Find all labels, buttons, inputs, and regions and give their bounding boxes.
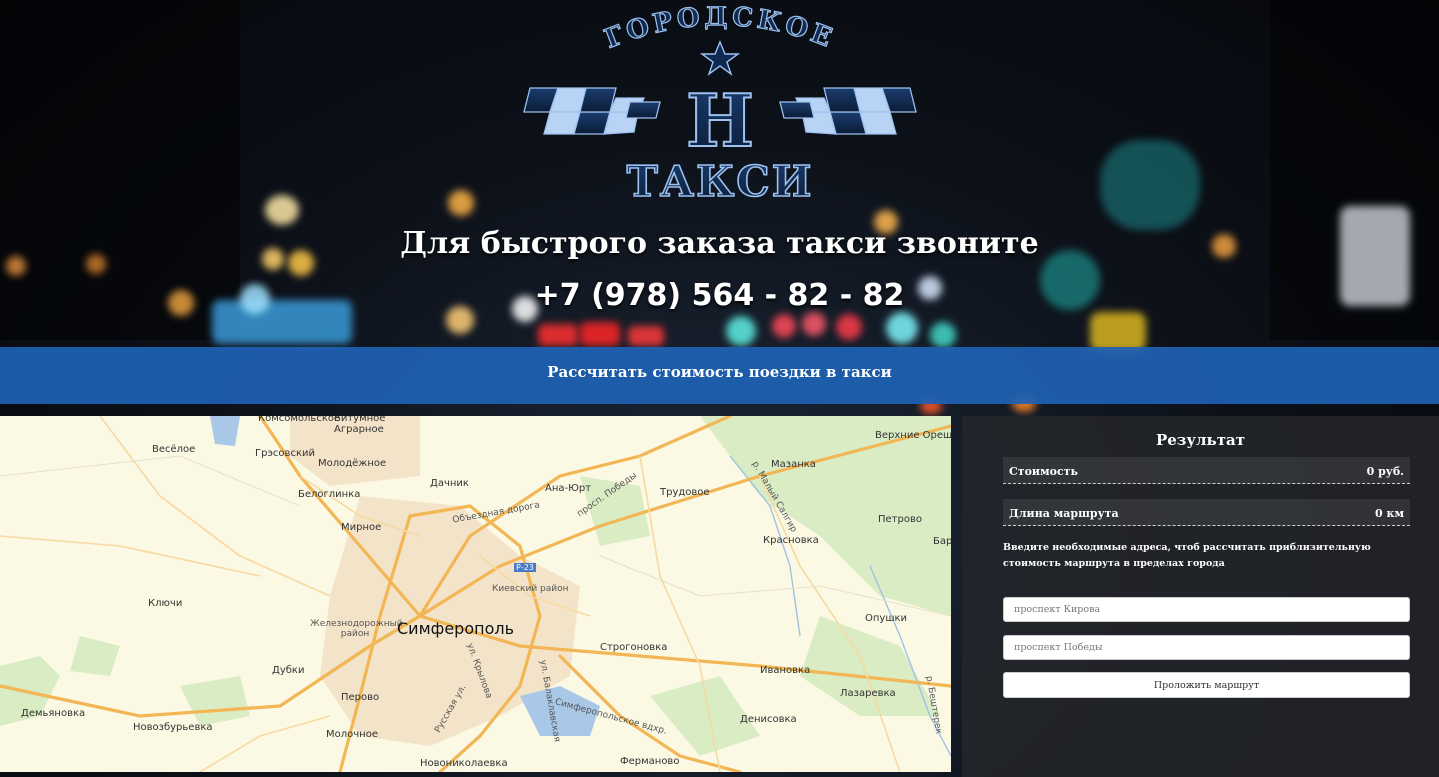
cost-row: Стоимость 0 руб. [1003,457,1410,484]
map-place-label: Верхние Орешники [875,430,951,441]
bokeh-light [265,195,299,225]
map-place-label: Фермановo [620,756,680,767]
map-place-label: Опушки [865,613,908,624]
map-place-label: Комсомольское [258,416,341,424]
map-district-label: Киевский район [492,584,569,594]
logo-monogram: Н [686,78,754,163]
map-place-label: Петрово [878,514,922,525]
map-place-label: Мазанка [771,459,816,470]
route-length-label: Длина маршрута [1009,507,1119,520]
map-place-label: Лазаревка [840,688,896,699]
map-place-label: Ана-Юрт [545,483,592,494]
map-place-label: Демьяновка [21,708,86,719]
bokeh-light [726,316,756,346]
logo-bottom-text: ТАКСИ [627,157,814,206]
page: ГОРОДСКОЕ Н ТАКСИ Для быстрого заказа та… [0,0,1439,777]
bokeh-light [772,314,796,338]
result-title: Результат [1155,431,1246,449]
map-place-label: Дачник [430,478,469,489]
hero-headline: Для быстрого заказа такси звоните [400,226,1039,261]
cost-value: 0 руб. [1366,465,1404,478]
map-place-label: Аграрное [334,424,384,435]
calculate-cost-bar: Рассчитать стоимость поездки в такси [0,347,1439,404]
map-place-label: Бар [933,536,951,547]
route-length-row: Длина маршрута 0 км [1003,499,1410,526]
bokeh-light [886,312,918,344]
from-address-input[interactable] [1003,597,1410,622]
map-place-label: Грэсовский [255,448,315,459]
checkered-wing-left [523,87,661,135]
result-panel: Результат Стоимость 0 руб. Длина маршрут… [962,416,1439,777]
route-map[interactable]: Комсомольское Битумное Аграрное Весёлое … [0,416,951,772]
map-place-label: Молодёжное [318,458,387,469]
map-place-label: Ивановка [760,665,811,676]
map-place-label: Красновка [763,535,819,546]
map-place-label: Молочное [326,729,378,740]
calculate-cost-label: Рассчитать стоимость поездки в такси [547,363,892,381]
star-icon [699,40,741,76]
phone-number-link[interactable]: +7 (978) 564 - 82 - 82 [0,278,1439,313]
cost-label: Стоимость [1009,465,1078,478]
checkered-wing-right [779,87,917,135]
map-place-label: Строгоновка [600,642,668,653]
map-place-label: Денисовка [740,714,797,725]
bokeh-light [1090,312,1146,352]
map-place-label: Ключи [148,598,183,609]
route-length-value: 0 км [1375,507,1404,520]
map-lake [210,416,240,446]
map-city-label: Симферополь [397,619,515,638]
bokeh-light [802,312,826,336]
map-place-label: Белоглинка [298,489,361,500]
instruction-note: Введите необходимые адреса, чтоб рассчит… [1003,542,1371,569]
bokeh-light [930,322,956,348]
map-place-label: Трудовое [660,487,710,498]
map-district-label: Железнодорожный район [310,619,403,639]
bokeh-light [580,322,620,346]
map-highway-badge: Р-23 [514,563,536,572]
build-route-button[interactable]: Проложить маршрут [1003,672,1410,698]
bokeh-light [448,190,474,216]
taxi-logo-emblem: ГОРОДСКОЕ Н ТАКСИ [523,1,917,207]
map-place-label: Дубки [272,665,305,676]
bokeh-light [628,326,664,346]
bokeh-light [538,324,578,346]
map-place-label: Новозбурьевка [133,722,213,733]
map-place-label: Битумное [334,416,386,424]
map-place-label: Весёлое [152,444,196,455]
bokeh-light [1100,140,1200,230]
map-place-label: Перово [341,692,380,703]
to-address-input[interactable] [1003,635,1410,660]
map-place-label: Новониколаевка [420,758,508,769]
logo[interactable]: ГОРОДСКОЕ Н ТАКСИ [520,1,920,207]
bokeh-light [836,314,862,340]
map-place-label: Мирное [341,522,382,533]
